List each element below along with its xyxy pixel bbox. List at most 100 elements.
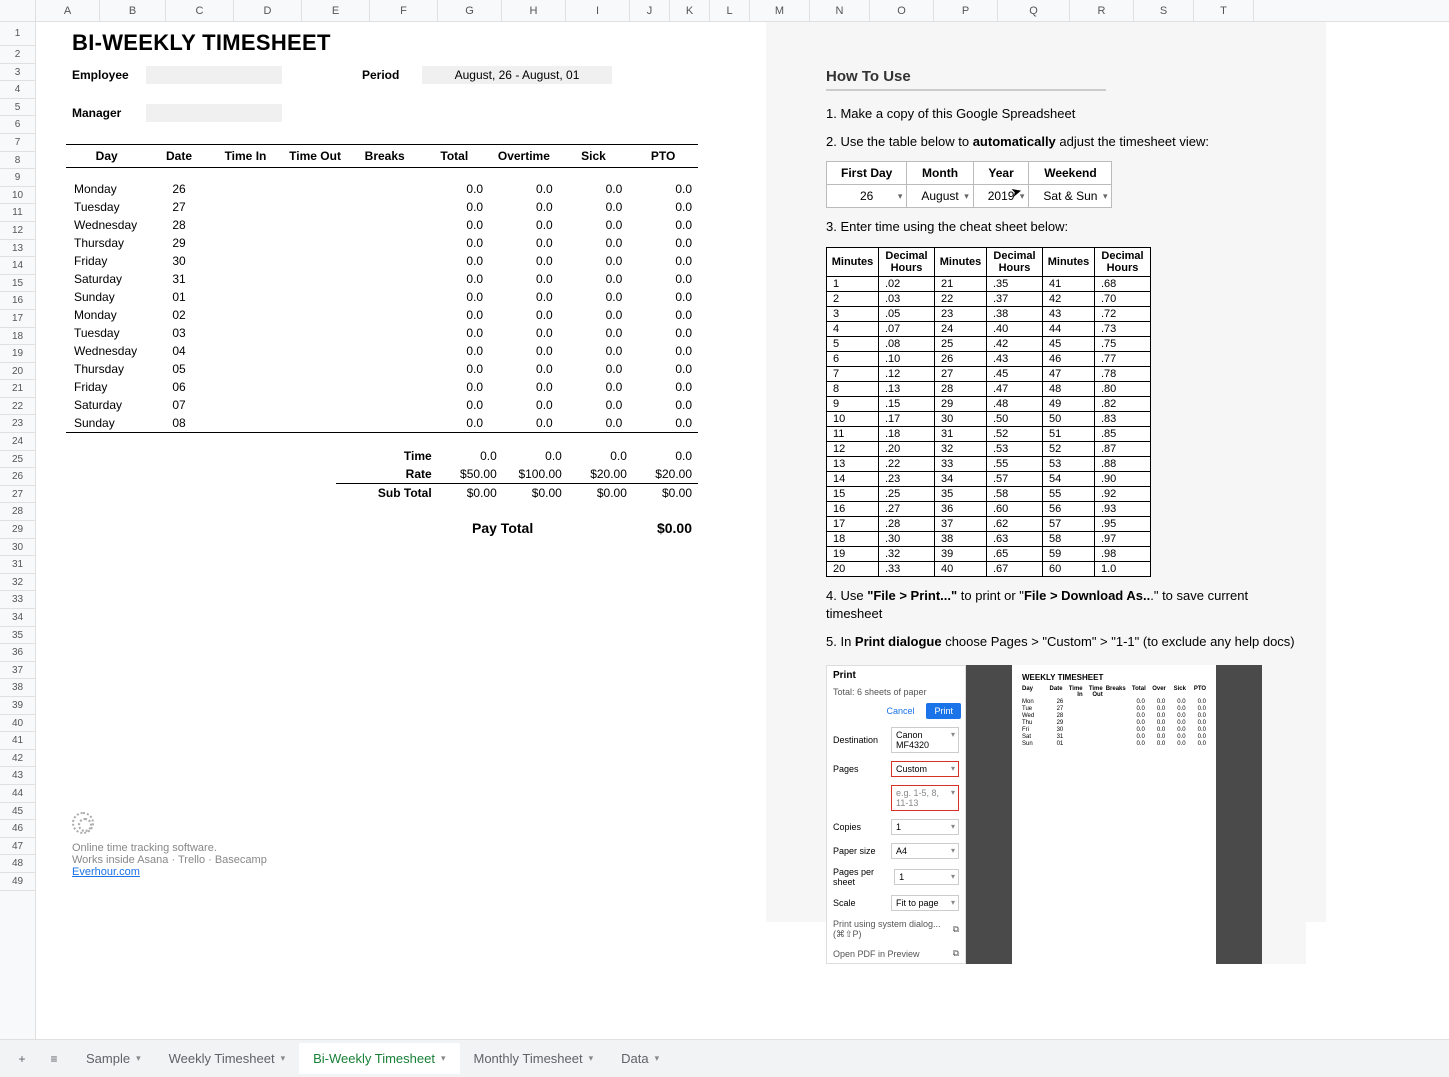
row-header[interactable]: 11 bbox=[0, 204, 35, 222]
row-header[interactable]: 33 bbox=[0, 591, 35, 609]
ts-row[interactable]: Friday060.00.00.00.0 bbox=[66, 378, 698, 396]
ts-row[interactable]: Thursday290.00.00.00.0 bbox=[66, 234, 698, 252]
column-header[interactable]: O bbox=[870, 0, 934, 21]
ts-row[interactable]: Monday020.00.00.00.0 bbox=[66, 306, 698, 324]
column-header[interactable]: F bbox=[370, 0, 438, 21]
column-header[interactable]: S bbox=[1134, 0, 1194, 21]
row-header[interactable]: 22 bbox=[0, 398, 35, 416]
row-header[interactable]: 9 bbox=[0, 169, 35, 187]
row-header[interactable]: 16 bbox=[0, 292, 35, 310]
row-header[interactable]: 4 bbox=[0, 81, 35, 99]
row-header[interactable]: 15 bbox=[0, 275, 35, 293]
row-header[interactable]: 37 bbox=[0, 662, 35, 680]
column-header[interactable]: N bbox=[810, 0, 870, 21]
adjust-dropdown[interactable]: Sat & Sun bbox=[1029, 185, 1112, 208]
sheet-tab[interactable]: Monthly Timesheet▾ bbox=[460, 1043, 608, 1074]
row-header[interactable]: 28 bbox=[0, 503, 35, 521]
row-header[interactable]: 13 bbox=[0, 240, 35, 258]
column-header[interactable]: M bbox=[750, 0, 810, 21]
column-header[interactable]: K bbox=[670, 0, 710, 21]
row-header[interactable]: 29 bbox=[0, 521, 35, 539]
manager-input[interactable] bbox=[146, 104, 282, 122]
employee-input[interactable] bbox=[146, 66, 282, 84]
column-header[interactable]: T bbox=[1194, 0, 1254, 21]
adjust-dropdown[interactable]: 26 bbox=[827, 185, 907, 208]
row-header[interactable]: 42 bbox=[0, 750, 35, 768]
row-header[interactable]: 30 bbox=[0, 539, 35, 557]
column-header[interactable]: A bbox=[36, 0, 100, 21]
period-input[interactable]: August, 26 - August, 01 bbox=[422, 66, 612, 84]
row-header[interactable]: 18 bbox=[0, 328, 35, 346]
row-header[interactable]: 19 bbox=[0, 345, 35, 363]
ts-row[interactable]: Wednesday280.00.00.00.0 bbox=[66, 216, 698, 234]
column-header[interactable]: I bbox=[566, 0, 630, 21]
ts-row[interactable]: Sunday010.00.00.00.0 bbox=[66, 288, 698, 306]
row-header[interactable]: 6 bbox=[0, 116, 35, 134]
row-header[interactable]: 17 bbox=[0, 310, 35, 328]
row-header[interactable]: 8 bbox=[0, 152, 35, 170]
sheet-tab[interactable]: Sample▾ bbox=[72, 1043, 155, 1074]
column-header[interactable]: D bbox=[234, 0, 302, 21]
column-header[interactable]: P bbox=[934, 0, 998, 21]
row-header[interactable]: 45 bbox=[0, 803, 35, 821]
row-header[interactable]: 24 bbox=[0, 433, 35, 451]
corner-cell[interactable] bbox=[0, 0, 36, 21]
row-header[interactable]: 39 bbox=[0, 697, 35, 715]
row-header[interactable]: 38 bbox=[0, 679, 35, 697]
footer-link[interactable]: Everhour.com bbox=[72, 866, 140, 878]
row-header[interactable]: 12 bbox=[0, 222, 35, 240]
row-header[interactable]: 40 bbox=[0, 715, 35, 733]
ts-row[interactable]: Wednesday040.00.00.00.0 bbox=[66, 342, 698, 360]
column-header[interactable]: Q bbox=[998, 0, 1070, 21]
ts-row[interactable]: Thursday050.00.00.00.0 bbox=[66, 360, 698, 378]
row-header[interactable]: 32 bbox=[0, 574, 35, 592]
row-header[interactable]: 47 bbox=[0, 838, 35, 856]
row-header[interactable]: 20 bbox=[0, 363, 35, 381]
row-header[interactable]: 48 bbox=[0, 855, 35, 873]
row-header[interactable]: 25 bbox=[0, 451, 35, 469]
column-header[interactable]: R bbox=[1070, 0, 1134, 21]
row-header[interactable]: 41 bbox=[0, 732, 35, 750]
ts-row[interactable]: Monday260.00.00.00.0 bbox=[66, 180, 698, 198]
row-header[interactable]: 5 bbox=[0, 99, 35, 117]
ts-row[interactable]: Saturday310.00.00.00.0 bbox=[66, 270, 698, 288]
column-header[interactable]: J bbox=[630, 0, 670, 21]
row-header[interactable]: 27 bbox=[0, 486, 35, 504]
row-header[interactable]: 26 bbox=[0, 468, 35, 486]
row-header[interactable]: 46 bbox=[0, 820, 35, 838]
row-header[interactable]: 21 bbox=[0, 380, 35, 398]
column-header[interactable]: L bbox=[710, 0, 750, 21]
column-header[interactable]: C bbox=[166, 0, 234, 21]
column-header[interactable]: E bbox=[302, 0, 370, 21]
ts-row[interactable]: Tuesday270.00.00.00.0 bbox=[66, 198, 698, 216]
row-header[interactable]: 3 bbox=[0, 64, 35, 82]
ts-row[interactable]: Saturday070.00.00.00.0 bbox=[66, 396, 698, 414]
ts-row[interactable]: Sunday080.00.00.00.0 bbox=[66, 414, 698, 433]
column-header[interactable]: B bbox=[100, 0, 166, 21]
row-header[interactable]: 36 bbox=[0, 644, 35, 662]
row-header[interactable]: 35 bbox=[0, 627, 35, 645]
row-header[interactable]: 23 bbox=[0, 415, 35, 433]
sheet-tab[interactable]: Data▾ bbox=[607, 1043, 673, 1074]
row-header[interactable]: 44 bbox=[0, 785, 35, 803]
add-sheet-button[interactable]: + bbox=[8, 1045, 36, 1073]
row-header[interactable]: 43 bbox=[0, 767, 35, 785]
row-header[interactable]: 1 bbox=[0, 22, 35, 46]
all-sheets-button[interactable]: ≡ bbox=[40, 1045, 68, 1073]
column-header[interactable]: H bbox=[502, 0, 566, 21]
sheet-tab[interactable]: Bi-Weekly Timesheet▾ bbox=[299, 1043, 459, 1074]
sheet-area[interactable]: BI-WEEKLY TIMESHEET Employee Period Augu… bbox=[36, 22, 1449, 1039]
row-header[interactable]: 7 bbox=[0, 134, 35, 152]
sheet-tab[interactable]: Weekly Timesheet▾ bbox=[155, 1043, 300, 1074]
column-header[interactable]: G bbox=[438, 0, 502, 21]
ts-row[interactable]: Friday300.00.00.00.0 bbox=[66, 252, 698, 270]
row-header[interactable]: 49 bbox=[0, 873, 35, 891]
row-header[interactable]: 31 bbox=[0, 556, 35, 574]
logo-icon bbox=[72, 812, 94, 834]
row-header[interactable]: 14 bbox=[0, 257, 35, 275]
row-header[interactable]: 34 bbox=[0, 609, 35, 627]
ts-row[interactable]: Tuesday030.00.00.00.0 bbox=[66, 324, 698, 342]
row-header[interactable]: 10 bbox=[0, 187, 35, 205]
row-header[interactable]: 2 bbox=[0, 46, 35, 64]
adjust-dropdown[interactable]: August bbox=[907, 185, 973, 208]
